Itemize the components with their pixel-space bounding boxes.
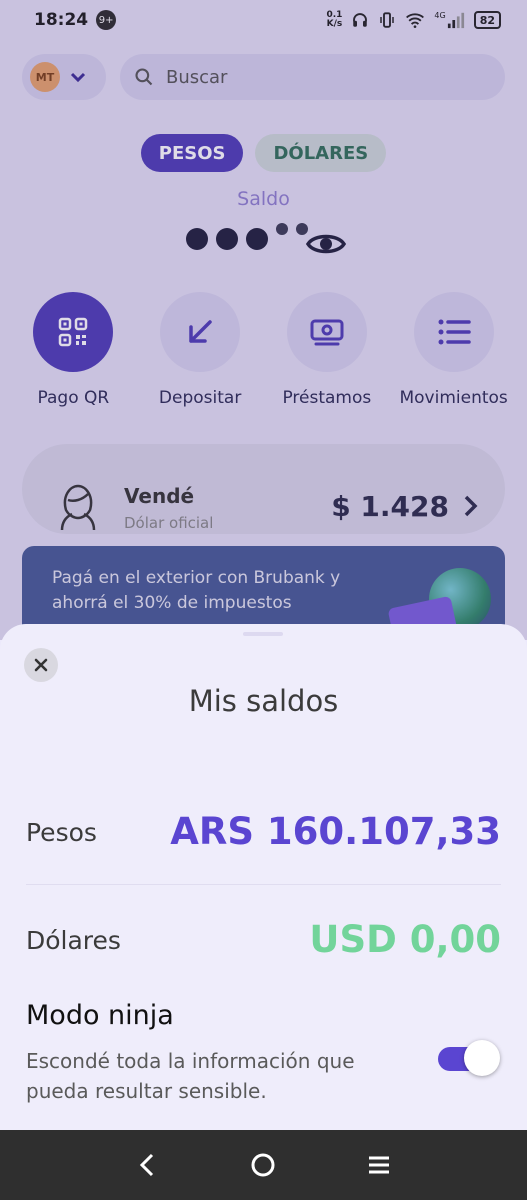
system-nav-bar bbox=[0, 1130, 527, 1200]
ninja-mode-title: Modo ninja bbox=[26, 1000, 174, 1031]
close-icon bbox=[34, 658, 48, 672]
ninja-mode-description: Escondé toda la información que pueda re… bbox=[26, 1049, 355, 1103]
toggle-knob bbox=[464, 1040, 500, 1076]
divider bbox=[26, 884, 501, 885]
menu-icon[interactable] bbox=[364, 1150, 394, 1180]
home-screen: 18:24 9+ 0.1 K/s 4G 82 MT Buscar PESOS D… bbox=[0, 0, 527, 646]
close-button[interactable] bbox=[24, 648, 58, 682]
sheet-title: Mis saldos bbox=[188, 684, 339, 718]
balances-sheet: Mis saldos Pesos ARS 160.107,33 Dólares … bbox=[0, 624, 527, 1130]
pesos-balance: ARS 160.107,33 bbox=[170, 810, 501, 853]
back-icon[interactable] bbox=[133, 1150, 163, 1180]
scrim[interactable] bbox=[0, 0, 527, 640]
ninja-mode-toggle[interactable] bbox=[438, 1040, 500, 1076]
pesos-label: Pesos bbox=[26, 818, 97, 847]
dolares-label: Dólares bbox=[26, 926, 121, 955]
dolares-balance: USD 0,00 bbox=[309, 918, 501, 961]
sheet-grabber[interactable] bbox=[243, 632, 283, 636]
home-icon[interactable] bbox=[248, 1150, 278, 1180]
